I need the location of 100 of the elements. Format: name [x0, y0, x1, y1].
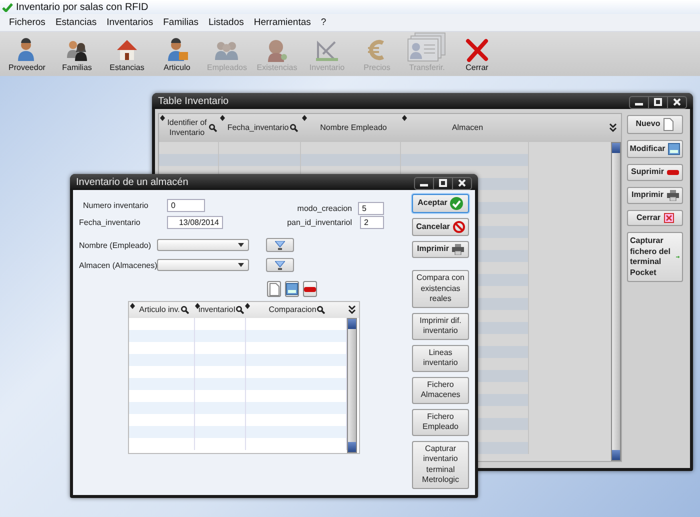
expand-icon [348, 305, 356, 315]
column-title: Almacen [452, 123, 484, 133]
column-title: Fecha_inventario [227, 123, 289, 133]
field-label: Fecha_inventario [79, 218, 142, 226]
scrollbar[interactable] [611, 142, 621, 461]
column-header[interactable]: Articulo inv. [129, 302, 194, 318]
input-field[interactable]: 5 [358, 202, 384, 214]
menu-item[interactable]: Herramientas [252, 17, 312, 28]
action-button[interactable]: Imprimir dif. inventario [412, 312, 469, 340]
maximize-icon [654, 98, 662, 106]
sort-icon [220, 115, 225, 121]
printer-icon [666, 190, 678, 200]
filter-icon [275, 260, 285, 270]
input-field[interactable]: 2 [360, 216, 384, 228]
field-label: pan_id_inventariol [287, 218, 352, 226]
id-card-icon [407, 32, 447, 62]
action-button[interactable]: Imprimir [627, 186, 683, 204]
people-icon [65, 38, 89, 62]
action-button[interactable]: Cerrar [627, 210, 683, 226]
column-title: Nombre Empleado [320, 123, 387, 133]
field-label: Numero inventario [83, 200, 150, 210]
menu-item[interactable]: ? [320, 17, 328, 28]
action-button[interactable]: Aceptar [412, 194, 469, 213]
new-button[interactable] [267, 281, 281, 297]
field-label: modo_creacion [297, 204, 352, 212]
filter-button[interactable] [266, 238, 294, 252]
maximize-icon [439, 179, 447, 187]
window-title: Table Inventario [158, 96, 229, 106]
sort-icon [402, 115, 407, 121]
toolbar-button[interactable]: Articulo [152, 32, 202, 76]
action-button[interactable]: Lineas inventario [412, 344, 469, 372]
close-icon [465, 38, 489, 62]
input-field[interactable]: 0 [167, 198, 205, 212]
search-icon [209, 124, 217, 132]
action-button[interactable]: Fichero Almacenes [412, 376, 469, 404]
action-button[interactable]: Capturar inventario terminal Metrologic [412, 440, 469, 488]
search-icon [236, 306, 244, 314]
action-button[interactable]: Cancelar [412, 218, 469, 236]
toolbar-button[interactable]: Estancias [102, 32, 152, 76]
app-title: Inventario por salas con RFID [16, 2, 148, 12]
action-button[interactable]: Capturar fichero del terminal Pocket [627, 232, 683, 282]
search-icon [180, 306, 189, 314]
close-icon [458, 179, 466, 187]
menu-item[interactable]: Listados [207, 17, 245, 28]
sort-icon [195, 303, 200, 309]
column-header[interactable]: Fecha_inventario [219, 114, 301, 142]
caret-icon [238, 263, 244, 267]
toolbar-button[interactable]: Cerrar [452, 32, 502, 76]
action-button[interactable]: Fichero Empleado [412, 408, 469, 436]
filter-icon [275, 240, 285, 250]
delete-button[interactable] [303, 281, 317, 297]
action-button[interactable]: Imprimir [412, 241, 469, 258]
field-label: Nombre (Empleado) [79, 240, 152, 250]
document-icon [663, 118, 674, 131]
menu-item[interactable]: Ficheros [8, 17, 46, 28]
column-title: Articulo inv. [139, 305, 180, 315]
printer-icon [452, 244, 464, 255]
scrollbar[interactable] [347, 318, 357, 453]
window-title: Inventario de un almacén [76, 176, 188, 188]
column-header[interactable]: Comparacion [244, 302, 345, 318]
input-field[interactable]: 13/08/2014 [167, 216, 223, 228]
field-label: Almacen (Almacenes) [79, 260, 157, 270]
toolbar-button[interactable]: Familias [52, 32, 102, 76]
picture-icon [668, 143, 680, 155]
check-icon [2, 2, 13, 12]
close-icon [673, 98, 681, 106]
column-header[interactable]: Identifier of Inventario [159, 114, 219, 142]
sort-icon [130, 303, 135, 309]
column-title: inventarioI [198, 305, 236, 315]
person-ball-icon [265, 38, 289, 62]
search-icon [317, 306, 326, 314]
column-title: Comparacion [268, 305, 316, 315]
toolbar-button[interactable]: Proveedor [2, 32, 52, 76]
caret-icon [238, 243, 244, 247]
action-button[interactable]: Nuevo [627, 115, 683, 134]
sort-icon [245, 303, 250, 309]
person-box-icon [165, 38, 189, 62]
sort-icon [302, 115, 307, 121]
action-button[interactable]: Suprimir [627, 164, 683, 180]
check-icon [450, 197, 464, 210]
dropdown[interactable] [157, 259, 249, 271]
document-icon [268, 282, 280, 296]
filter-button[interactable] [266, 258, 294, 272]
column-header[interactable]: Nombre Empleado [301, 114, 401, 142]
column-header[interactable]: Almacen [401, 114, 529, 142]
column-title: Identifier of Inventario [166, 118, 208, 138]
menu-item[interactable]: Inventarios [106, 17, 154, 28]
action-button[interactable]: Modificar [627, 140, 683, 158]
edit-button[interactable] [285, 281, 299, 297]
menu-item[interactable]: Estancias [54, 17, 98, 28]
house-icon [115, 38, 139, 62]
dropdown[interactable] [157, 239, 249, 251]
action-button[interactable]: Compara con existencias reales [412, 270, 469, 308]
menu-item[interactable]: Familias [162, 17, 200, 28]
expand-icon [609, 123, 617, 133]
column-header[interactable]: inventarioI [194, 302, 244, 318]
picture-icon [286, 283, 298, 295]
minus-icon [666, 170, 679, 175]
close-icon [664, 212, 674, 223]
forbidden-icon [452, 221, 465, 233]
